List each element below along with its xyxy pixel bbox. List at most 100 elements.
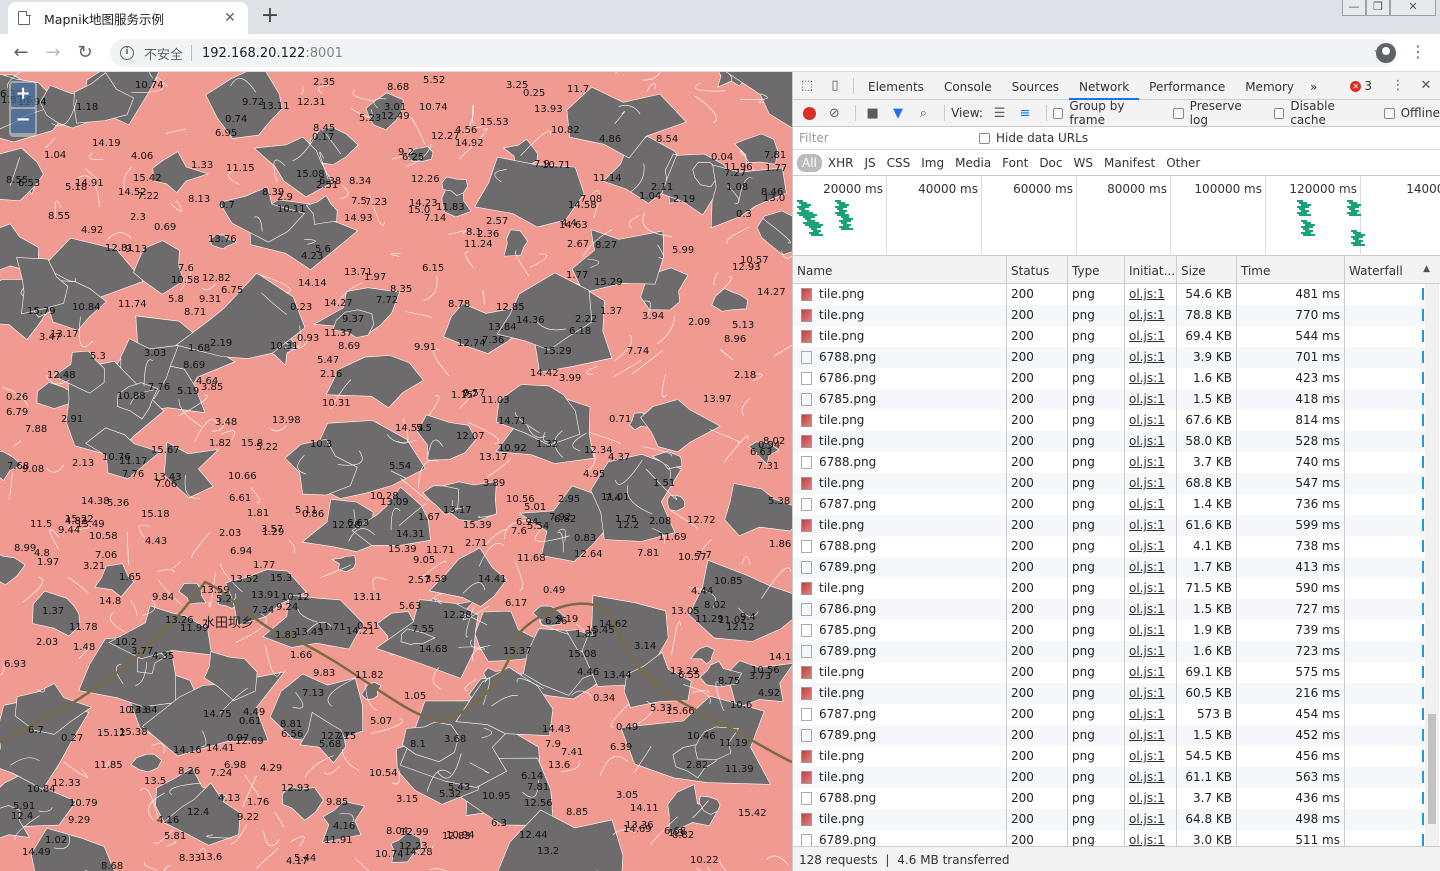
initiator-link[interactable]: ol.js:1 xyxy=(1129,518,1165,532)
type-font[interactable]: Font xyxy=(997,154,1033,172)
reload-button[interactable]: ↻ xyxy=(72,40,98,66)
offline-checkbox[interactable]: Offline xyxy=(1383,106,1440,120)
restore-button[interactable]: ❐ xyxy=(1366,0,1390,16)
back-button[interactable]: ← xyxy=(8,40,34,66)
map-canvas[interactable]: 5.912.2214.812.940.5112.3110.574.179.214… xyxy=(0,72,792,871)
initiator-link[interactable]: ol.js:1 xyxy=(1129,434,1165,448)
initiator-link[interactable]: ol.js:1 xyxy=(1129,665,1165,679)
table-row[interactable]: 6788.png 200 png ol.js:1 3.9 KB 701 ms xyxy=(793,347,1425,368)
zoom-out-button[interactable]: − xyxy=(11,109,35,133)
type-all[interactable]: All xyxy=(797,153,822,172)
scrollbar-thumb[interactable] xyxy=(1428,714,1436,824)
table-row[interactable]: 6786.png 200 png ol.js:1 1.5 KB 727 ms xyxy=(793,599,1425,620)
table-row[interactable]: 6789.png 200 png ol.js:1 3.0 KB 511 ms xyxy=(793,830,1425,846)
forward-button[interactable]: → xyxy=(40,40,66,66)
minimize-button[interactable]: — xyxy=(1342,0,1366,16)
hide-data-urls-checkbox[interactable]: Hide data URLs xyxy=(979,131,1088,145)
col-status[interactable]: Status xyxy=(1007,256,1068,283)
initiator-link[interactable]: ol.js:1 xyxy=(1129,770,1165,784)
initiator-link[interactable]: ol.js:1 xyxy=(1129,497,1165,511)
table-row[interactable]: tile.png 200 png ol.js:1 68.8 KB 547 ms xyxy=(793,473,1425,494)
table-row[interactable]: 6786.png 200 png ol.js:1 1.6 KB 423 ms xyxy=(793,368,1425,389)
initiator-link[interactable]: ol.js:1 xyxy=(1129,539,1165,553)
preserve-log-checkbox[interactable]: Preserve log xyxy=(1172,99,1262,127)
table-row[interactable]: tile.png 200 png ol.js:1 78.8 KB 770 ms xyxy=(793,305,1425,326)
initiator-link[interactable]: ol.js:1 xyxy=(1129,602,1165,616)
tab-memory[interactable]: Memory xyxy=(1235,72,1304,100)
table-row[interactable]: tile.png 200 png ol.js:1 58.0 KB 528 ms xyxy=(793,431,1425,452)
inspect-element-icon[interactable]: ⬚ xyxy=(793,72,821,100)
table-row[interactable]: tile.png 200 png ol.js:1 69.4 KB 544 ms xyxy=(793,326,1425,347)
filter-icon[interactable]: ▼ xyxy=(887,106,908,121)
close-devtools-icon[interactable]: ✕ xyxy=(1412,72,1440,100)
zoom-in-button[interactable]: + xyxy=(11,83,35,107)
close-tab-icon[interactable]: ✕ xyxy=(222,10,238,26)
initiator-link[interactable]: ol.js:1 xyxy=(1129,707,1165,721)
disable-cache-checkbox[interactable]: Disable cache xyxy=(1273,99,1372,127)
initiator-link[interactable]: ol.js:1 xyxy=(1129,728,1165,742)
col-type[interactable]: Type xyxy=(1068,256,1125,283)
type-doc[interactable]: Doc xyxy=(1034,154,1067,172)
record-icon[interactable] xyxy=(803,106,816,120)
initiator-link[interactable]: ol.js:1 xyxy=(1129,413,1165,427)
capture-screenshots-icon[interactable]: ■ xyxy=(862,106,883,121)
table-row[interactable]: 6787.png 200 png ol.js:1 573 B 454 ms xyxy=(793,704,1425,725)
more-tabs-icon[interactable]: » xyxy=(1304,72,1323,100)
type-img[interactable]: Img xyxy=(916,154,949,172)
initiator-link[interactable]: ol.js:1 xyxy=(1129,812,1165,826)
type-manifest[interactable]: Manifest xyxy=(1099,154,1160,172)
initiator-link[interactable]: ol.js:1 xyxy=(1129,476,1165,490)
close-window-button[interactable]: ✕ xyxy=(1390,0,1436,16)
initiator-link[interactable]: ol.js:1 xyxy=(1129,749,1165,763)
tab-network[interactable]: Network xyxy=(1069,72,1140,100)
type-xhr[interactable]: XHR xyxy=(823,154,859,172)
table-row[interactable]: tile.png 200 png ol.js:1 67.6 KB 814 ms xyxy=(793,410,1425,431)
table-row[interactable]: tile.png 200 png ol.js:1 61.1 KB 563 ms xyxy=(793,767,1425,788)
search-icon[interactable]: ⌕ xyxy=(913,106,934,121)
initiator-link[interactable]: ol.js:1 xyxy=(1129,455,1165,469)
table-row[interactable]: 6785.png 200 png ol.js:1 1.5 KB 418 ms xyxy=(793,389,1425,410)
initiator-link[interactable]: ol.js:1 xyxy=(1129,791,1165,805)
table-scrollbar[interactable] xyxy=(1425,284,1439,846)
initiator-link[interactable]: ol.js:1 xyxy=(1129,644,1165,658)
initiator-link[interactable]: ol.js:1 xyxy=(1129,308,1165,322)
browser-menu-icon[interactable]: ⋮ xyxy=(1410,42,1426,61)
table-row[interactable]: tile.png 200 png ol.js:1 60.5 KB 216 ms xyxy=(793,683,1425,704)
initiator-link[interactable]: ol.js:1 xyxy=(1129,371,1165,385)
table-row[interactable]: tile.png 200 png ol.js:1 69.1 KB 575 ms xyxy=(793,662,1425,683)
type-ws[interactable]: WS xyxy=(1069,154,1098,172)
initiator-link[interactable]: ol.js:1 xyxy=(1129,560,1165,574)
table-row[interactable]: tile.png 200 png ol.js:1 54.5 KB 456 ms xyxy=(793,746,1425,767)
group-by-frame-checkbox[interactable]: Group by frame xyxy=(1052,99,1161,127)
table-row[interactable]: 6789.png 200 png ol.js:1 1.7 KB 413 ms xyxy=(793,557,1425,578)
table-row[interactable]: tile.png 200 png ol.js:1 54.6 KB 481 ms xyxy=(793,284,1425,305)
new-tab-button[interactable]: + xyxy=(258,4,282,28)
type-media[interactable]: Media xyxy=(950,154,996,172)
table-row[interactable]: tile.png 200 png ol.js:1 71.5 KB 590 ms xyxy=(793,578,1425,599)
type-js[interactable]: JS xyxy=(859,154,880,172)
table-row[interactable]: 6785.png 200 png ol.js:1 1.9 KB 739 ms xyxy=(793,620,1425,641)
device-toolbar-icon[interactable]: ▯ xyxy=(821,72,849,100)
col-initiator[interactable]: Initiat... xyxy=(1125,256,1177,283)
table-row[interactable]: 6788.png 200 png ol.js:1 4.1 KB 738 ms xyxy=(793,536,1425,557)
table-row[interactable]: 6789.png 200 png ol.js:1 1.6 KB 723 ms xyxy=(793,641,1425,662)
col-time[interactable]: Time xyxy=(1237,256,1345,283)
col-size[interactable]: Size xyxy=(1177,256,1237,283)
profile-avatar-icon[interactable] xyxy=(1376,43,1396,63)
tab-console[interactable]: Console xyxy=(934,72,1002,100)
initiator-link[interactable]: ol.js:1 xyxy=(1129,581,1165,595)
network-overview[interactable]: 20000 ms 40000 ms 60000 ms 80000 ms 100000 m… xyxy=(793,176,1440,256)
table-row[interactable]: 6789.png 200 png ol.js:1 1.5 KB 452 ms xyxy=(793,725,1425,746)
filter-input[interactable]: Filter xyxy=(799,131,959,145)
map-view[interactable]: 5.912.2214.812.940.5112.3110.574.179.214… xyxy=(0,72,792,871)
col-name[interactable]: Name xyxy=(793,256,1007,283)
initiator-link[interactable]: ol.js:1 xyxy=(1129,833,1165,846)
table-row[interactable]: 6787.png 200 png ol.js:1 1.4 KB 736 ms xyxy=(793,494,1425,515)
clear-icon[interactable]: ⊘ xyxy=(824,106,845,121)
type-other[interactable]: Other xyxy=(1161,154,1205,172)
table-row[interactable]: tile.png 200 png ol.js:1 64.8 KB 498 ms xyxy=(793,809,1425,830)
initiator-link[interactable]: ol.js:1 xyxy=(1129,392,1165,406)
tab-elements[interactable]: Elements xyxy=(858,72,934,100)
tab-sources[interactable]: Sources xyxy=(1002,72,1069,100)
large-rows-icon[interactable]: ☰ xyxy=(989,106,1010,121)
